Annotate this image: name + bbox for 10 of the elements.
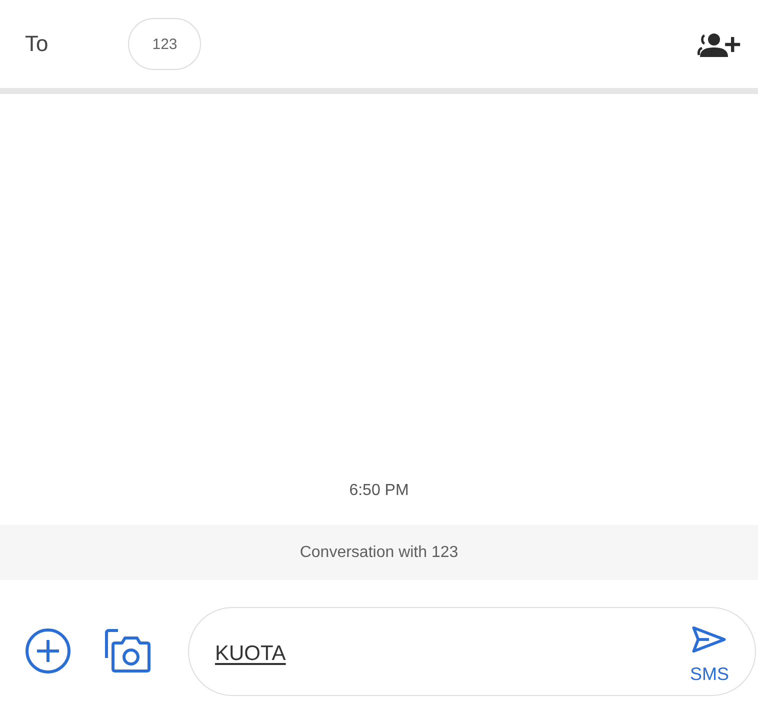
recipient-chip[interactable]: 123 [128, 18, 202, 70]
send-icon [691, 625, 728, 654]
to-label: To [25, 31, 48, 57]
send-button[interactable]: SMS [690, 625, 729, 685]
camera-icon[interactable] [105, 629, 151, 673]
message-field[interactable]: KUOTA SMS [188, 606, 756, 696]
message-timestamp: 6:50 PM [349, 482, 409, 500]
conversation-banner: Conversation with 123 [0, 525, 758, 580]
add-attachment-icon[interactable] [25, 628, 71, 674]
add-contact-icon[interactable] [697, 33, 741, 57]
